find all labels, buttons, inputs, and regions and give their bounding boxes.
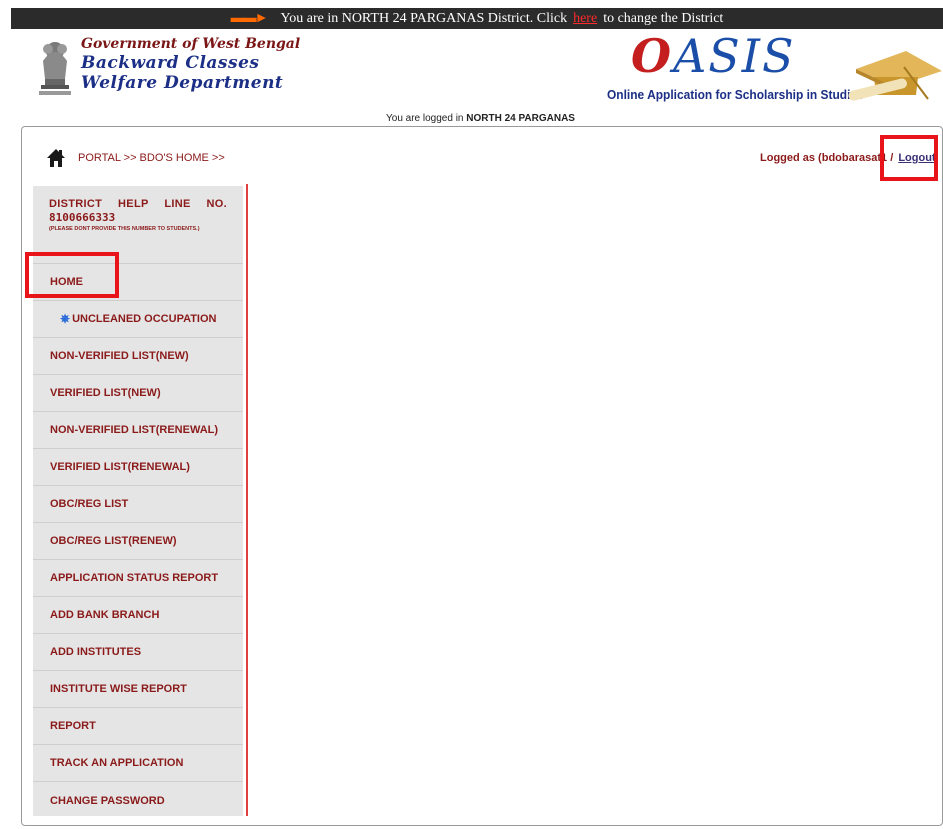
district-bar: ▬▬► You are in NORTH 24 PARGANAS Distric…	[11, 8, 943, 29]
oasis-subtitle: Online Application for Scholarship in St…	[607, 87, 864, 102]
sidebar-item-label: NON-VERIFIED LIST(NEW)	[50, 350, 189, 362]
sidebar-item-label: OBC/REG LIST(RENEW)	[50, 535, 177, 547]
sidebar-item-label: OBC/REG LIST	[50, 498, 129, 510]
sidebar-item-non-verified-renewal[interactable]: NON-VERIFIED LIST(RENEWAL)	[33, 412, 243, 449]
sidebar-item-institute-wise-report[interactable]: INSTITUTE WISE REPORT	[33, 671, 243, 708]
graduation-cap-icon	[848, 51, 942, 101]
sidebar-item-label: NON-VERIFIED LIST(RENEWAL)	[50, 424, 219, 436]
sidebar-item-report[interactable]: REPORT	[33, 708, 243, 745]
sidebar-item-label: VERIFIED LIST(RENEWAL)	[50, 461, 190, 473]
sidebar-item-verified-new[interactable]: VERIFIED LIST(NEW)	[33, 375, 243, 412]
district-text: You are in NORTH 24 PARGANAS District. C…	[280, 10, 568, 26]
sidebar-item-verified-renewal[interactable]: VERIFIED LIST(RENEWAL)	[33, 449, 243, 486]
highlight-logout	[880, 135, 938, 181]
logged-in-status: You are logged in NORTH 24 PARGANAS	[386, 113, 575, 124]
sidebar-item-non-verified-new[interactable]: NON-VERIFIED LIST(NEW)	[33, 338, 243, 375]
sidebar-item-label: CHANGE PASSWORD	[50, 794, 165, 807]
state-emblem-icon	[39, 42, 71, 95]
department-title: Government of West Bengal Backward Class…	[81, 35, 300, 93]
sidebar-item-label: UNCLEANED OCCUPATION	[72, 313, 217, 325]
gov-line: Government of West Bengal	[81, 36, 301, 52]
sidebar-item-application-status-report[interactable]: APPLICATION STATUS REPORT	[33, 560, 243, 597]
change-district-link[interactable]: here	[573, 11, 597, 27]
oasis-logo: OASIS	[631, 29, 796, 83]
oasis-logo-text: ASIS	[673, 29, 796, 83]
helpline-number: 8100666333	[49, 211, 116, 224]
sidebar-item-track-application[interactable]: TRACK AN APPLICATION	[33, 745, 243, 782]
sidebar-item-obc-reg-list[interactable]: OBC/REG LIST	[33, 486, 243, 523]
district-text-suffix: to change the District	[603, 10, 724, 26]
sidebar-item-label: VERIFIED LIST(NEW)	[50, 387, 161, 399]
breadcrumb-text[interactable]: PORTAL >> BDO'S HOME >>	[78, 152, 225, 164]
logged-as-text: Logged as (bdobarasat1	[760, 152, 888, 164]
dept-line-2: Welfare Department	[81, 73, 284, 93]
sidebar-item-add-institutes[interactable]: ADD INSTITUTES	[33, 634, 243, 671]
sidebar-item-label: ADD INSTITUTES	[50, 646, 142, 658]
sidebar-item-change-password[interactable]: CHANGE PASSWORD	[33, 782, 243, 819]
sidebar-item-obc-reg-renew[interactable]: OBC/REG LIST(RENEW)	[33, 523, 243, 560]
arrow-right-icon: ▬▬►	[230, 10, 269, 26]
sidebar-divider	[246, 184, 248, 816]
helpline-title: DISTRICT HELP LINE NO.	[49, 198, 227, 210]
breadcrumb: PORTAL >> BDO'S HOME >>	[46, 148, 225, 168]
sidebar-item-add-bank-branch[interactable]: ADD BANK BRANCH	[33, 597, 243, 634]
dept-line-1: Backward Classes	[81, 53, 260, 73]
home-icon[interactable]	[46, 148, 66, 168]
helpline-note: (PLEASE DONT PROVIDE THIS NUMBER TO STUD…	[49, 226, 200, 232]
sidebar-item-uncleaned-occupation[interactable]: ✵ UNCLEANED OCCUPATION	[33, 301, 243, 338]
sidebar-item-label: INSTITUTE WISE REPORT	[50, 683, 187, 695]
highlight-home	[25, 252, 119, 298]
star-burst-icon: ✵	[60, 312, 71, 326]
logged-in-district: NORTH 24 PARGANAS	[466, 113, 575, 124]
site-header: Government of West Bengal Backward Class…	[11, 29, 943, 121]
sidebar-item-label: ADD BANK BRANCH	[50, 609, 160, 621]
oasis-logo-o: O	[631, 29, 674, 83]
logged-in-prefix: You are logged in	[386, 113, 464, 124]
sidebar-item-label: REPORT	[50, 720, 96, 732]
sidebar-item-label: APPLICATION STATUS REPORT	[50, 572, 219, 584]
sidebar-item-label: TRACK AN APPLICATION	[50, 757, 184, 769]
